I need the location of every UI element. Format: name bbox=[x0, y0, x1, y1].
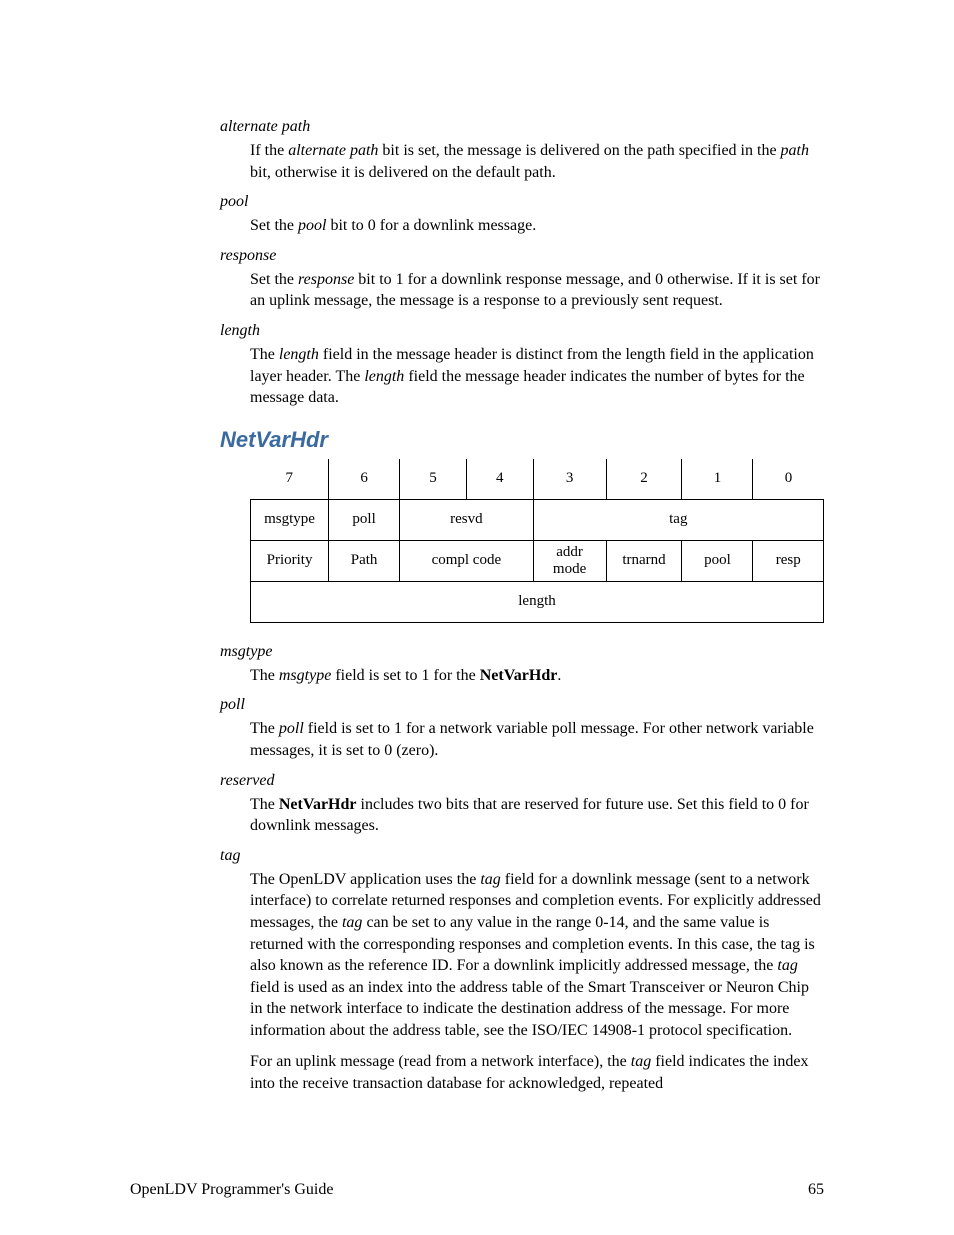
emphasis: poll bbox=[279, 720, 304, 737]
cell-trnarnd: trnarnd bbox=[606, 540, 682, 581]
cell-priority: Priority bbox=[251, 540, 329, 581]
page: alternate path If the alternate path bit… bbox=[0, 0, 954, 1235]
text: The bbox=[250, 720, 279, 737]
text: The bbox=[250, 667, 279, 684]
bit-cell: 4 bbox=[466, 459, 533, 500]
bit-cell: 2 bbox=[606, 459, 682, 500]
cell-resvd: resvd bbox=[400, 499, 534, 540]
cell-tag: tag bbox=[533, 499, 823, 540]
table-row-bits: 7 6 5 4 3 2 1 0 bbox=[251, 459, 824, 500]
desc-tag-p1: The OpenLDV application uses the tag fie… bbox=[250, 869, 824, 1042]
term-length: length bbox=[220, 322, 824, 340]
text: For an uplink message (read from a netwo… bbox=[250, 1053, 631, 1070]
footer-page-number: 65 bbox=[808, 1181, 824, 1199]
text: field is set to 1 for a network variable… bbox=[250, 720, 814, 759]
emphasis: tag bbox=[480, 871, 500, 888]
bold: NetVarHdr bbox=[480, 667, 558, 684]
cell-path: Path bbox=[329, 540, 400, 581]
desc-pool: Set the pool bit to 0 for a downlink mes… bbox=[250, 215, 824, 237]
text: . bbox=[557, 667, 561, 684]
text: Set the bbox=[250, 271, 298, 288]
text: If the bbox=[250, 142, 288, 159]
desc-alternate-path: If the alternate path bit is set, the me… bbox=[250, 140, 824, 183]
table-row: msgtype poll resvd tag bbox=[251, 499, 824, 540]
text: bit is set, the message is delivered on … bbox=[378, 142, 780, 159]
spacer bbox=[130, 623, 824, 635]
bit-cell: 6 bbox=[329, 459, 400, 500]
emphasis: tag bbox=[631, 1053, 651, 1070]
cell-poll: poll bbox=[329, 499, 400, 540]
cell-addr-mode: addr mode bbox=[533, 540, 606, 581]
emphasis: tag bbox=[342, 914, 362, 931]
desc-length: The length field in the message header i… bbox=[250, 344, 824, 409]
cell-resp: resp bbox=[753, 540, 824, 581]
bold: NetVarHdr bbox=[279, 796, 357, 813]
emphasis: tag bbox=[777, 957, 797, 974]
term-response: response bbox=[220, 247, 824, 265]
text: field is set to 1 for the bbox=[331, 667, 479, 684]
bit-cell: 7 bbox=[251, 459, 329, 500]
cell-msgtype: msgtype bbox=[251, 499, 329, 540]
term-pool: pool bbox=[220, 193, 824, 211]
emphasis: path bbox=[781, 142, 809, 159]
cell-compl-code: compl code bbox=[400, 540, 534, 581]
table-row: Priority Path compl code addr mode trnar… bbox=[251, 540, 824, 581]
page-footer: OpenLDV Programmer's Guide 65 bbox=[130, 1181, 824, 1199]
emphasis: length bbox=[279, 346, 319, 363]
text: The bbox=[250, 796, 279, 813]
text: bit to 0 for a downlink message. bbox=[326, 217, 536, 234]
text: bit, otherwise it is delivered on the de… bbox=[250, 164, 556, 181]
desc-tag-p2: For an uplink message (read from a netwo… bbox=[250, 1051, 824, 1094]
desc-poll2: The poll field is set to 1 for a network… bbox=[250, 718, 824, 761]
emphasis: msgtype bbox=[279, 667, 331, 684]
term-reserved: reserved bbox=[220, 772, 824, 790]
table-row: length bbox=[251, 581, 824, 622]
cell-length: length bbox=[251, 581, 824, 622]
text: Set the bbox=[250, 217, 298, 234]
bit-cell: 3 bbox=[533, 459, 606, 500]
emphasis: length bbox=[364, 368, 404, 385]
bit-cell: 5 bbox=[400, 459, 467, 500]
emphasis: pool bbox=[298, 217, 326, 234]
term-poll2: poll bbox=[220, 696, 824, 714]
term-tag: tag bbox=[220, 847, 824, 865]
emphasis: alternate path bbox=[288, 142, 378, 159]
desc-msgtype: The msgtype field is set to 1 for the Ne… bbox=[250, 665, 824, 687]
bits-table: 7 6 5 4 3 2 1 0 msgtype poll resvd tag P… bbox=[250, 459, 824, 623]
text: The OpenLDV application uses the bbox=[250, 871, 480, 888]
emphasis: response bbox=[298, 271, 354, 288]
desc-response: Set the response bit to 1 for a downlink… bbox=[250, 269, 824, 312]
term-msgtype: msgtype bbox=[220, 643, 824, 661]
footer-title: OpenLDV Programmer's Guide bbox=[130, 1181, 333, 1199]
text: field is used as an index into the addre… bbox=[250, 979, 809, 1039]
desc-reserved: The NetVarHdr includes two bits that are… bbox=[250, 794, 824, 837]
term-alternate-path: alternate path bbox=[220, 118, 824, 136]
bit-cell: 1 bbox=[682, 459, 753, 500]
cell-pool: pool bbox=[682, 540, 753, 581]
bit-cell: 0 bbox=[753, 459, 824, 500]
heading-netvarhdr: NetVarHdr bbox=[220, 427, 824, 453]
text: The bbox=[250, 346, 279, 363]
